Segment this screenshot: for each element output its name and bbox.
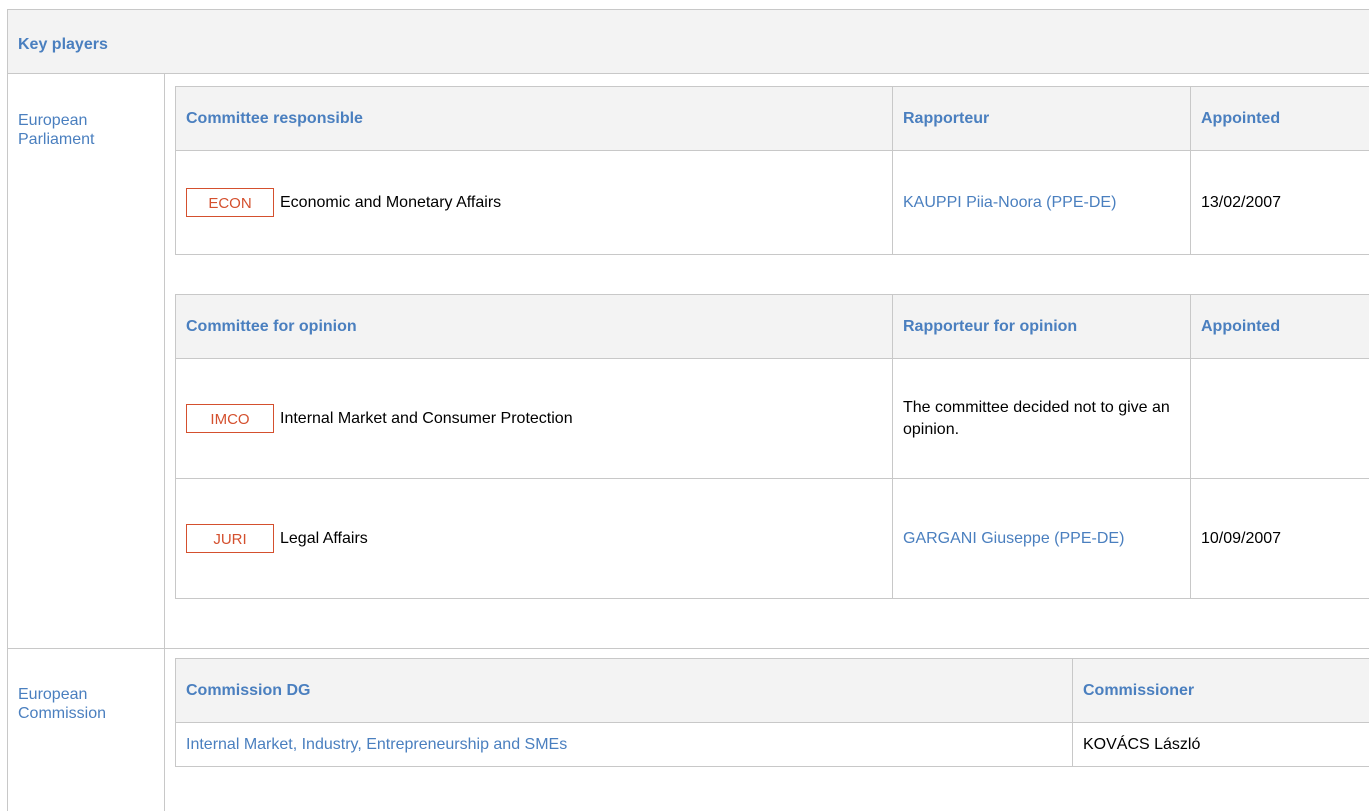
commission-label[interactable]: European Commission	[18, 685, 148, 723]
committee-code-badge[interactable]: IMCO	[186, 404, 274, 433]
appointed-header: Appointed	[1190, 86, 1369, 151]
table-row: ECON Economic and Monetary Affairs KAUPP…	[175, 150, 1369, 255]
committee-code-badge[interactable]: JURI	[186, 524, 274, 553]
opinion-header-row: Committee for opinion Rapporteur for opi…	[175, 294, 1369, 359]
appointed-date	[1190, 358, 1369, 479]
key-players-panel: Key players European Parliament Committe…	[7, 9, 1369, 811]
parliament-label[interactable]: European Parliament	[18, 111, 148, 149]
committee-responsible-table: Committee responsible Rapporteur Appoint…	[175, 86, 1369, 255]
table-row: Internal Market, Industry, Entrepreneurs…	[175, 722, 1369, 767]
committee-cell: ECON Economic and Monetary Affairs	[175, 150, 893, 255]
committee-responsible-header: Committee responsible	[175, 86, 893, 151]
commissioner-name: KOVÁCS László	[1072, 722, 1369, 767]
commissioner-header: Commissioner	[1072, 658, 1369, 723]
responsible-header-row: Committee responsible Rapporteur Appoint…	[175, 86, 1369, 151]
committee-cell: IMCO Internal Market and Consumer Protec…	[175, 358, 893, 479]
committee-code-badge[interactable]: ECON	[186, 188, 274, 217]
appointed-opinion-header: Appointed	[1190, 294, 1369, 359]
page: Key players European Parliament Committe…	[0, 0, 1369, 811]
appointed-date: 10/09/2007	[1190, 478, 1369, 599]
parliament-commission-divider	[8, 648, 1369, 649]
key-players-header: Key players	[8, 10, 1369, 74]
committee-name: Legal Affairs	[280, 529, 368, 547]
commission-dg-link[interactable]: Internal Market, Industry, Entrepreneurs…	[175, 722, 1073, 767]
table-row: IMCO Internal Market and Consumer Protec…	[175, 358, 1369, 479]
rapporteur-header: Rapporteur	[892, 86, 1191, 151]
table-row: JURI Legal Affairs GARGANI Giuseppe (PPE…	[175, 478, 1369, 599]
commission-dg-header: Commission DG	[175, 658, 1073, 723]
rapporteur-link[interactable]: KAUPPI Piia-Noora (PPE-DE)	[892, 150, 1191, 255]
section-title: Key players	[18, 36, 108, 53]
committee-opinion-header: Committee for opinion	[175, 294, 893, 359]
commission-table: Commission DG Commissioner Internal Mark…	[175, 658, 1369, 767]
appointed-date: 13/02/2007	[1190, 150, 1369, 255]
label-column-divider	[164, 74, 165, 811]
rapporteur-link[interactable]: GARGANI Giuseppe (PPE-DE)	[892, 478, 1191, 599]
rapporteur-text: The committee decided not to give an opi…	[892, 358, 1191, 479]
committee-cell: JURI Legal Affairs	[175, 478, 893, 599]
commission-header-row: Commission DG Commissioner	[175, 658, 1369, 723]
committee-name: Economic and Monetary Affairs	[280, 193, 502, 211]
rapporteur-opinion-header: Rapporteur for opinion	[892, 294, 1191, 359]
committee-opinion-table: Committee for opinion Rapporteur for opi…	[175, 294, 1369, 599]
committee-name: Internal Market and Consumer Protection	[280, 409, 573, 427]
